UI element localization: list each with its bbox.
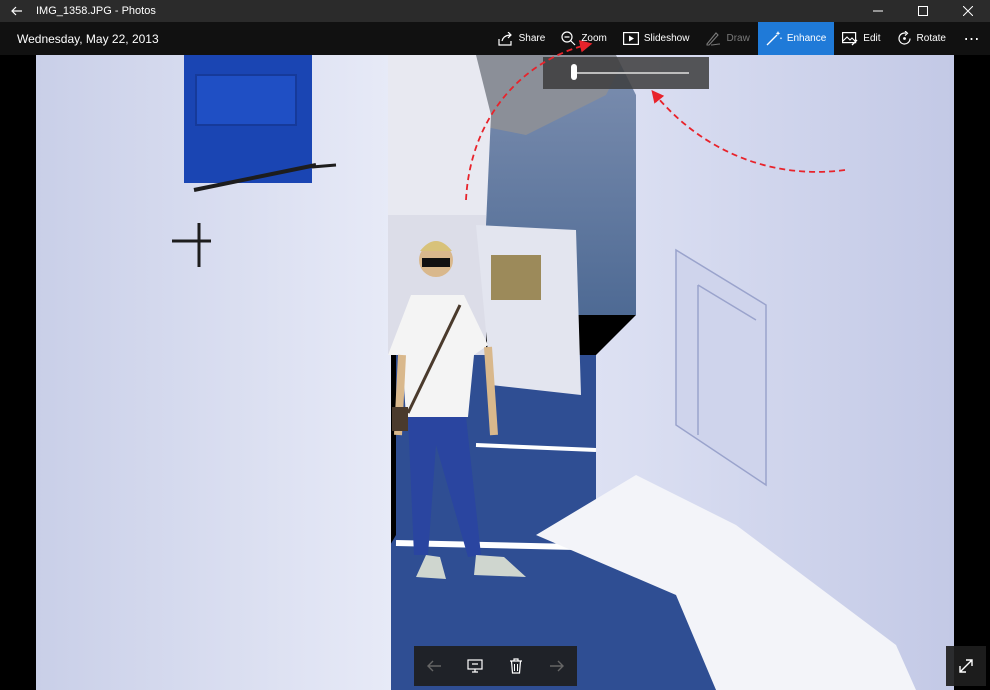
window-title: IMG_1358.JPG - Photos xyxy=(36,5,156,17)
draw-icon xyxy=(706,32,721,46)
fullscreen-button[interactable] xyxy=(946,646,986,686)
more-button[interactable]: ⋯ xyxy=(954,22,990,55)
enhance-button[interactable]: Enhance xyxy=(757,22,835,55)
expand-icon xyxy=(959,659,973,673)
rotate-label: Rotate xyxy=(916,33,946,44)
share-label: Share xyxy=(518,33,546,44)
edit-button[interactable]: Edit xyxy=(834,22,888,55)
draw-button[interactable]: Draw xyxy=(697,22,757,55)
maximize-button[interactable] xyxy=(900,0,945,22)
close-button[interactable] xyxy=(945,0,990,22)
add-to-album-button[interactable] xyxy=(460,651,490,681)
photo-date: Wednesday, May 22, 2013 xyxy=(17,31,159,46)
edit-label: Edit xyxy=(863,33,881,44)
slideshow-icon xyxy=(622,32,639,45)
enhance-wand-icon xyxy=(766,31,782,46)
bottom-navigation-bar xyxy=(414,646,577,686)
delete-icon xyxy=(509,658,522,674)
title-bar: IMG_1358.JPG - Photos xyxy=(0,0,990,22)
command-bar: Wednesday, May 22, 2013 Share Zoom Slide… xyxy=(0,22,990,55)
zoom-flyout xyxy=(543,57,709,89)
photo-canvas[interactable] xyxy=(36,55,954,690)
delete-button[interactable] xyxy=(501,651,531,681)
slideshow-button[interactable]: Slideshow xyxy=(615,22,698,55)
zoom-slider-track[interactable] xyxy=(573,72,689,74)
zoom-button[interactable]: Zoom xyxy=(553,22,615,55)
draw-label: Draw xyxy=(726,33,750,44)
next-icon xyxy=(549,660,564,672)
slideshow-label: Slideshow xyxy=(643,33,690,44)
photo-image xyxy=(36,55,954,690)
zoom-out-icon xyxy=(561,31,576,46)
minimize-icon xyxy=(872,10,883,12)
share-button[interactable]: Share xyxy=(490,22,554,55)
edit-image-icon xyxy=(842,31,858,45)
zoom-slider-thumb[interactable] xyxy=(571,64,577,80)
maximize-icon xyxy=(917,6,928,16)
add-to-album-icon xyxy=(467,659,483,673)
close-icon xyxy=(962,6,973,16)
previous-button[interactable] xyxy=(419,651,449,681)
back-button[interactable] xyxy=(0,0,34,22)
rotate-button[interactable]: Rotate xyxy=(889,22,954,55)
next-button[interactable] xyxy=(542,651,572,681)
rotate-icon xyxy=(897,31,911,45)
more-icon: ⋯ xyxy=(963,30,981,48)
minimize-button[interactable] xyxy=(855,0,900,22)
zoom-label: Zoom xyxy=(581,33,607,44)
previous-icon xyxy=(427,660,442,672)
back-arrow-icon xyxy=(11,6,22,16)
enhance-label: Enhance xyxy=(786,33,827,44)
share-icon xyxy=(498,31,512,46)
